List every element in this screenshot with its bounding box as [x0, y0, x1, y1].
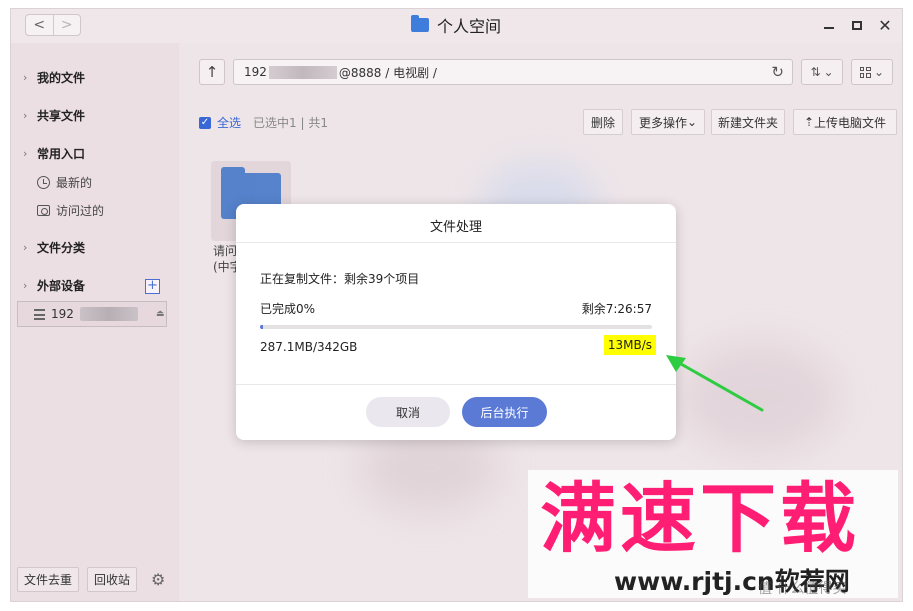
title-bar: < > 个人空间 ✕: [11, 9, 902, 43]
run-in-background-button[interactable]: 后台执行: [462, 397, 547, 427]
selection-status: 已选中1 | 共1: [253, 116, 328, 130]
server-icon: [34, 308, 45, 320]
smzdm-watermark: 值 什么值得买: [758, 581, 847, 597]
completed-percent: 已完成0%: [260, 302, 316, 316]
eject-icon[interactable]: ⏏: [156, 309, 165, 319]
chevron-down-icon: ›: [23, 147, 28, 160]
upload-label: 上传电脑文件: [814, 115, 887, 130]
dedupe-button[interactable]: 文件去重: [17, 567, 80, 592]
path-bar[interactable]: 192 @8888 / 电视剧 / ↻: [233, 59, 793, 85]
annotation-arrow-icon: [666, 355, 764, 412]
cancel-button[interactable]: 取消: [366, 397, 450, 427]
more-actions-button[interactable]: 更多操作 ⌄: [631, 109, 705, 135]
chevron-right-icon: ›: [23, 241, 28, 254]
sidebar-item-label: 文件分类: [37, 241, 86, 255]
sidebar-item-external[interactable]: › 外部设备: [23, 277, 85, 294]
sidebar-footer: 文件去重 回收站 ⚙: [17, 567, 165, 592]
path-prefix: 192: [244, 65, 267, 79]
up-directory-button[interactable]: ↑: [199, 59, 225, 85]
divider: [236, 384, 676, 385]
gear-icon[interactable]: ⚙: [151, 570, 165, 589]
arrow-up-icon: ↑: [205, 63, 219, 81]
chevron-down-icon: ⌄: [823, 65, 834, 79]
sidebar-item-visited[interactable]: 访问过的: [37, 202, 104, 219]
sidebar-item-categories[interactable]: › 文件分类: [23, 239, 85, 256]
folder-icon: [411, 15, 429, 32]
sidebar-item-my-files[interactable]: › 我的文件: [23, 69, 85, 86]
sidebar-item-label: 常用入口: [37, 147, 86, 161]
transferred-size: 287.1MB/342GB: [260, 340, 358, 354]
progress-bar: [260, 325, 652, 329]
back-button[interactable]: <: [26, 15, 53, 35]
delete-button[interactable]: 删除: [583, 109, 623, 135]
view-mode-button[interactable]: ⌄: [851, 59, 893, 85]
progress-fill: [260, 325, 264, 329]
chevron-right-icon: ›: [23, 109, 28, 122]
sidebar-item-device[interactable]: 192 ⏏: [17, 301, 167, 327]
forward-button[interactable]: >: [52, 15, 81, 35]
sort-button[interactable]: ⇅ ⌄: [801, 59, 843, 85]
remaining-time: 剩余7:26:57: [581, 302, 652, 316]
recycle-bin-button[interactable]: 回收站: [87, 567, 138, 592]
device-label: 192: [51, 307, 74, 321]
sidebar-item-label: 我的文件: [37, 71, 86, 85]
sidebar: › 我的文件 › 共享文件 › 常用入口 最新的 访问过的 › 文件分类 › 外…: [11, 43, 179, 601]
transfer-speed: 13MB/s: [603, 335, 656, 355]
minimize-icon[interactable]: [819, 15, 839, 35]
upload-button[interactable]: ⇡ 上传电脑文件: [793, 109, 897, 135]
upload-icon: ⇡: [803, 115, 815, 129]
headline-text: 满速下载: [540, 474, 860, 563]
chevron-down-icon: ⌄: [873, 65, 885, 79]
sidebar-item-recent[interactable]: 最新的: [37, 174, 92, 191]
sidebar-item-label: 访问过的: [56, 204, 105, 218]
maximize-icon[interactable]: [847, 15, 867, 35]
redacted-block: [79, 307, 138, 321]
nav-buttons: < >: [25, 14, 81, 36]
window-title: 个人空间: [437, 17, 502, 36]
window-title-group: 个人空间: [411, 13, 501, 37]
redacted-block: [268, 65, 337, 79]
new-folder-button[interactable]: 新建文件夹: [711, 109, 785, 135]
close-icon[interactable]: ✕: [875, 15, 895, 35]
dialog-title: 文件处理: [429, 220, 482, 235]
sidebar-item-common[interactable]: › 常用入口: [23, 145, 85, 162]
sort-icon: ⇅: [810, 65, 821, 79]
grid-icon: [859, 66, 871, 78]
file-progress-dialog: 文件处理 正在复制文件：剩余39个项目 已完成0% 剩余7:26:57 287.…: [236, 204, 676, 440]
path-suffix: @8888 / 电视剧 /: [338, 65, 437, 80]
clock-icon: [37, 176, 50, 189]
camera-icon: [37, 205, 50, 216]
chevron-down-icon: ⌄: [686, 115, 698, 129]
chevron-right-icon: ›: [23, 71, 28, 84]
divider: [236, 242, 676, 243]
copy-status-text: 正在复制文件：剩余39个项目: [260, 272, 420, 286]
selection-row: ✓ 全选 已选中1 | 共1: [199, 114, 328, 131]
add-device-button[interactable]: +: [145, 279, 160, 294]
select-all-checkbox[interactable]: ✓: [199, 116, 211, 129]
select-all-label[interactable]: 全选: [217, 114, 241, 131]
sidebar-item-label: 共享文件: [37, 109, 86, 123]
refresh-icon[interactable]: ↻: [771, 63, 784, 81]
more-actions-label: 更多操作: [638, 115, 687, 130]
chevron-down-icon: ›: [23, 279, 28, 292]
sidebar-item-label: 外部设备: [37, 279, 86, 293]
sidebar-item-shared-files[interactable]: › 共享文件: [23, 107, 85, 124]
sidebar-item-label: 最新的: [56, 176, 93, 190]
